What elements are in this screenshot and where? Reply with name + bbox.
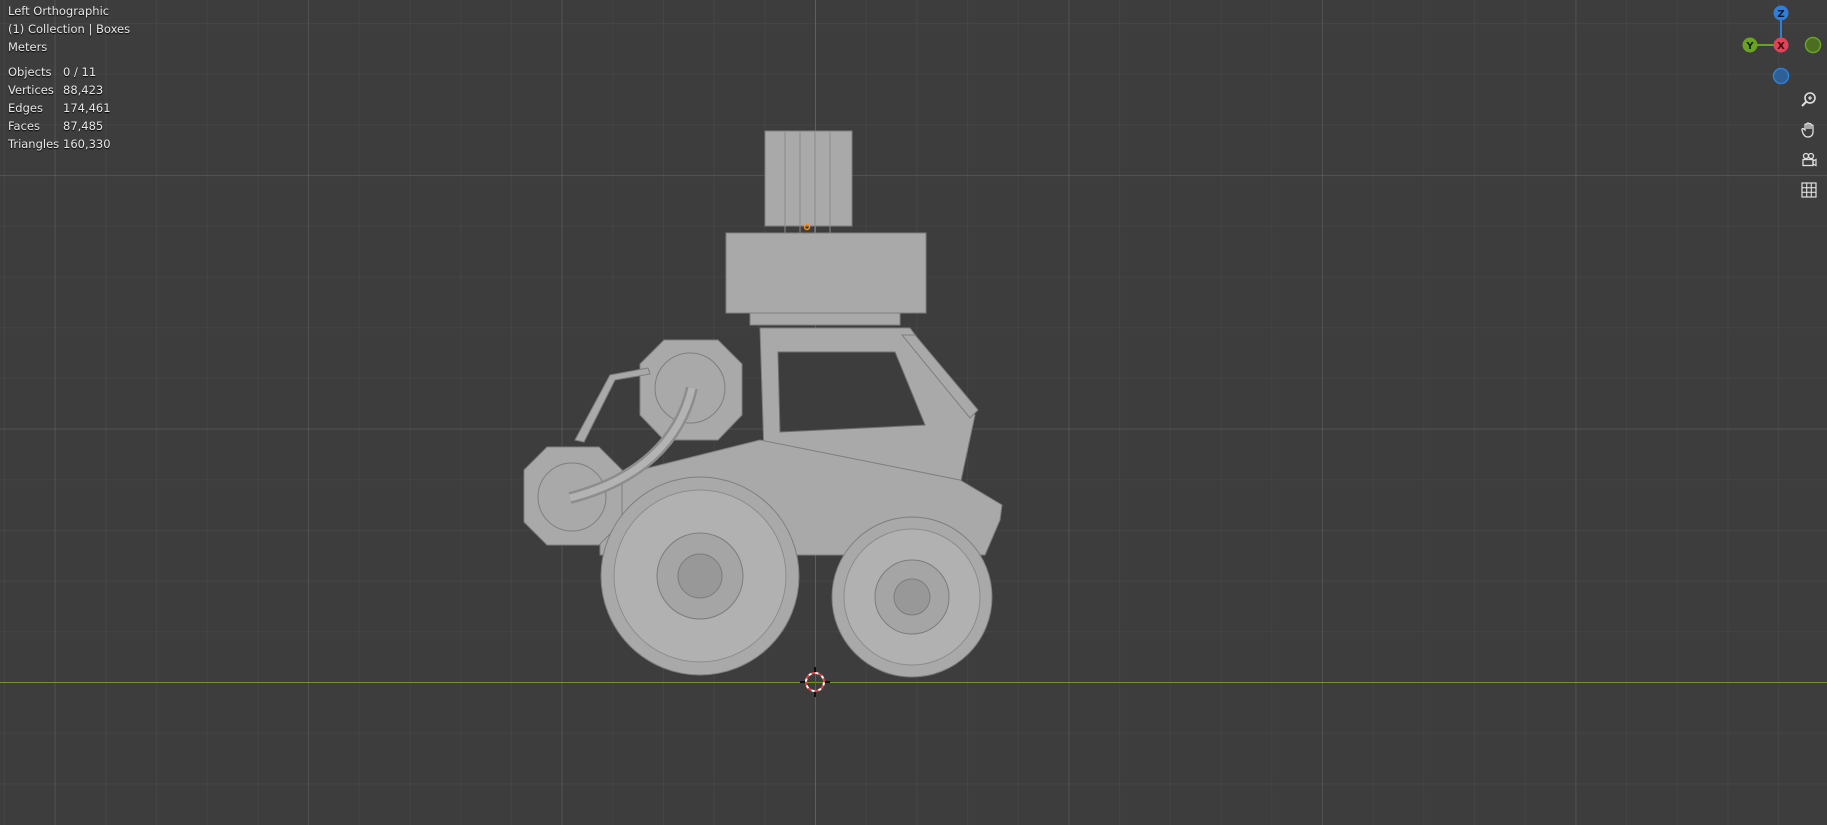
3d-cursor-icon	[800, 667, 830, 697]
viewport-info-overlay: Left Orthographic (1) Collection | Boxes…	[8, 2, 130, 153]
roof-crate-tall	[764, 130, 853, 227]
gizmo-y-axis[interactable]: Y	[1742, 37, 1758, 53]
grid-icon[interactable]	[1798, 179, 1820, 201]
view-name: Left Orthographic	[8, 4, 110, 18]
zoom-icon[interactable]	[1798, 89, 1820, 111]
svg-text:Y: Y	[1745, 41, 1754, 52]
stat-row-vertices: Vertices 88,423	[8, 83, 104, 97]
gizmo-neg-y[interactable]	[1804, 36, 1822, 54]
gizmo-x-axis[interactable]: X	[1773, 37, 1789, 53]
stat-row-objects: Objects 0 / 11	[8, 65, 97, 79]
collection-info: (1) Collection | Boxes	[8, 22, 131, 36]
scene-statistics: Objects 0 / 11 Vertices 88,423 Edges 174…	[8, 63, 130, 153]
camera-icon[interactable]	[1798, 149, 1820, 171]
stat-row-faces: Faces 87,485	[8, 119, 104, 133]
origin-point	[803, 223, 811, 231]
stat-row-triangles: Triangles 160,330	[8, 137, 111, 151]
3d-viewport[interactable]: Left Orthographic (1) Collection | Boxes…	[0, 0, 1827, 825]
vehicle-model[interactable]	[0, 0, 1827, 825]
roof-rack	[749, 312, 901, 326]
svg-text:X: X	[1777, 41, 1785, 52]
navigation-gizmo[interactable]: Z Y X	[1737, 0, 1827, 90]
gizmo-neg-z[interactable]	[1772, 67, 1790, 85]
roof-crate-wide	[725, 232, 927, 314]
gizmo-z-axis[interactable]: Z	[1773, 5, 1789, 21]
svg-text:Z: Z	[1777, 9, 1784, 20]
hand-pan-icon[interactable]	[1798, 119, 1820, 141]
frame-arm	[574, 367, 651, 443]
units-label: Meters	[8, 40, 48, 54]
stat-row-edges: Edges 174,461	[8, 101, 111, 115]
